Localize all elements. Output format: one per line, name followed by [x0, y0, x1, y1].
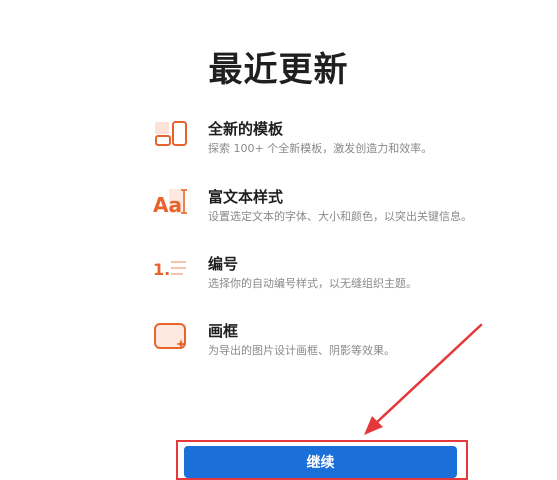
- templates-icon: [152, 118, 192, 154]
- feature-description: 设置选定文本的字体、大小和颜色，以突出关键信息。: [208, 210, 472, 223]
- numbering-icon: 1.: [152, 253, 192, 289]
- feature-title: 画框: [208, 322, 239, 340]
- feature-templates: 全新的模板 探索 100+ 个全新模板，激发创造力和效率。: [152, 118, 512, 162]
- feature-title: 富文本样式: [208, 188, 284, 206]
- feature-description: 探索 100+ 个全新模板，激发创造力和效率。: [208, 142, 433, 155]
- frame-icon: [152, 320, 192, 356]
- feature-frame: 画框 为导出的图片设计画框、阴影等效果。: [152, 320, 512, 364]
- feature-title: 编号: [208, 255, 239, 273]
- svg-text:Aa: Aa: [153, 193, 182, 217]
- feature-numbering: 1. 编号 选择你的自动编号样式，以无缝组织主题。: [152, 253, 512, 297]
- feature-rich-text: Aa 富文本样式 设置选定文本的字体、大小和颜色，以突出关键信息。: [152, 186, 512, 230]
- continue-button[interactable]: 继续: [184, 446, 457, 478]
- update-dialog: 最近更新 全新的模板 探索 100+ 个全新模板，激发创造力和效率。 Aa 富文…: [0, 0, 557, 480]
- rich-text-icon: Aa: [152, 186, 192, 222]
- page-title: 最近更新: [208, 50, 349, 90]
- svg-text:1.: 1.: [153, 260, 170, 279]
- feature-description: 选择你的自动编号样式，以无缝组织主题。: [208, 277, 417, 290]
- feature-title: 全新的模板: [208, 120, 284, 138]
- feature-description: 为导出的图片设计画框、阴影等效果。: [208, 344, 395, 357]
